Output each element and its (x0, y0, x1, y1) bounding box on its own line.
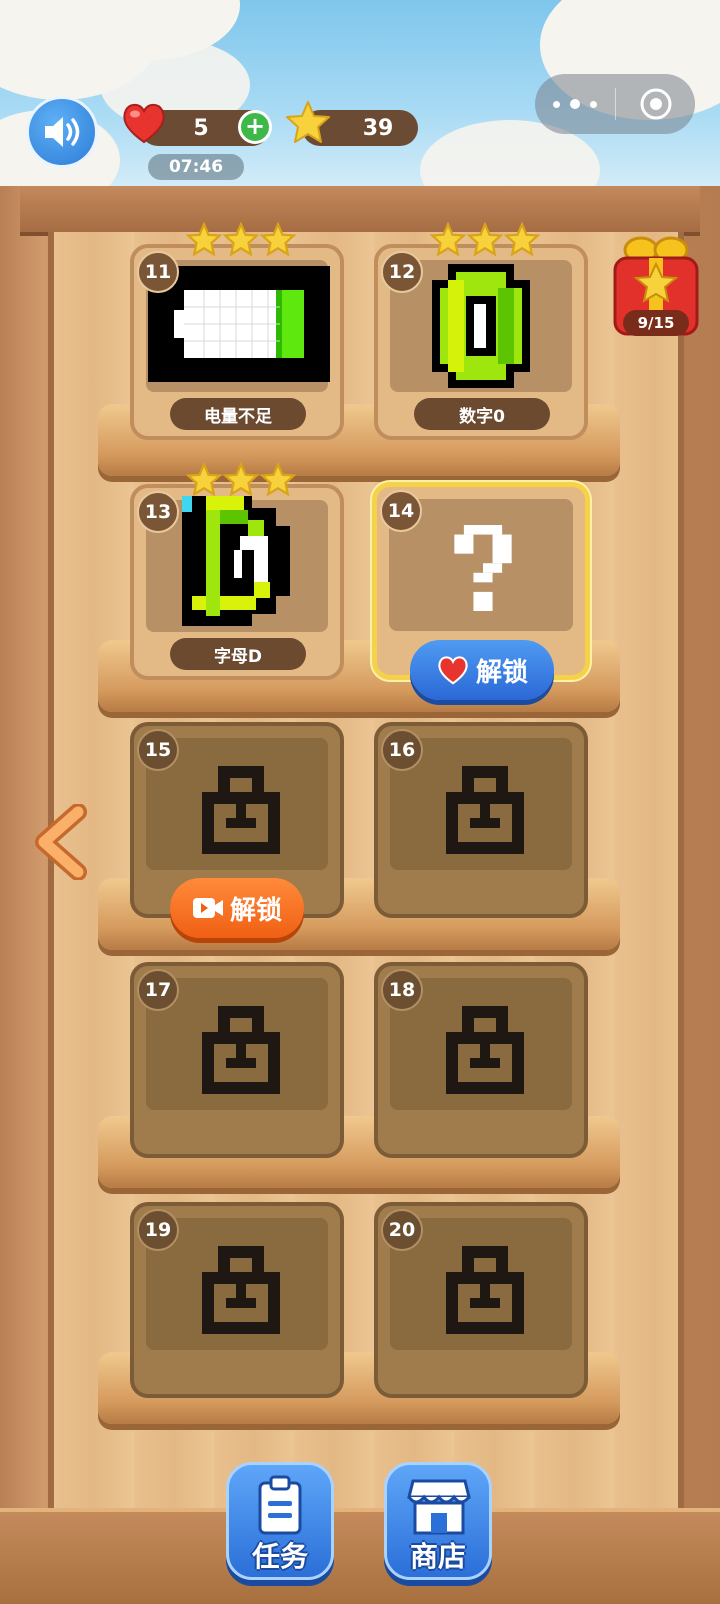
unlock-label: 解锁 (229, 895, 282, 926)
unlock-with-video-button[interactable]: 解锁 (170, 878, 304, 938)
star-icon (186, 462, 222, 497)
capsule-divider (615, 88, 616, 120)
star-icon (223, 222, 259, 257)
lock-icon (446, 1246, 524, 1334)
star-icon (186, 222, 222, 257)
level-number: 12 (381, 251, 423, 293)
shop-button[interactable]: 商店 (384, 1462, 492, 1580)
level-stars (186, 462, 296, 500)
star-icon (504, 222, 540, 257)
star-icon (467, 222, 503, 257)
level-card-20[interactable]: 20 (374, 1202, 588, 1398)
sound-button[interactable] (26, 96, 98, 168)
stars-value: 39 (362, 115, 394, 141)
level-card-19[interactable]: 19 (130, 1202, 344, 1398)
level-number: 13 (137, 491, 179, 533)
back-arrow-icon[interactable] (32, 804, 92, 880)
level-name: 数字0 (414, 398, 550, 430)
close-circle-icon[interactable] (639, 87, 673, 121)
mini-program-capsule (535, 74, 695, 134)
level-number: 14 (380, 490, 422, 532)
lives-timer: 07:46 (148, 154, 244, 180)
star-icon (286, 101, 330, 143)
star-icon (430, 222, 466, 257)
tasks-label: 任务 (251, 1540, 308, 1573)
clipboard-icon (258, 1475, 302, 1535)
level-card-17[interactable]: 17 (130, 962, 344, 1158)
video-icon (192, 898, 223, 918)
level-stars (430, 222, 540, 260)
level-name: 字母D (170, 638, 306, 670)
level-number: 19 (137, 1209, 179, 1251)
unlock-label: 解锁 (475, 657, 528, 688)
more-icon[interactable] (553, 92, 597, 116)
question-icon (454, 525, 512, 611)
level-card-11[interactable]: 11 电量不足 (130, 222, 344, 440)
level-stars (186, 222, 296, 260)
heart-icon (438, 656, 468, 685)
star-icon (260, 462, 296, 497)
lock-icon (202, 766, 280, 854)
level-card-18[interactable]: 18 (374, 962, 588, 1158)
level-number: 20 (381, 1209, 423, 1251)
star-icon (260, 222, 296, 257)
unlock-with-heart-button[interactable]: 解锁 (410, 640, 554, 700)
lock-icon (446, 766, 524, 854)
lock-icon (446, 1006, 524, 1094)
shop-label: 商店 (409, 1540, 466, 1573)
add-lives-label: + (244, 112, 266, 140)
tasks-button[interactable]: 任务 (226, 1462, 334, 1580)
star-gift-box[interactable]: 9/15 (611, 234, 701, 350)
level-card-16[interactable]: 16 (374, 722, 588, 918)
level-number: 11 (137, 251, 179, 293)
lock-icon (202, 1006, 280, 1094)
gift-progress: 9/15 (623, 310, 689, 336)
add-lives-button[interactable]: + (238, 110, 272, 144)
level-number: 16 (381, 729, 423, 771)
level-number: 15 (137, 729, 179, 771)
star-icon (223, 462, 259, 497)
heart-icon (123, 103, 165, 144)
level-name: 电量不足 (170, 398, 306, 430)
lives-value: 5 (193, 115, 209, 141)
letter-d-pixel-art (182, 496, 290, 626)
shop-icon (407, 1479, 471, 1535)
zero-pixel-art (432, 264, 530, 388)
cabinet-top (20, 186, 700, 236)
sound-icon (45, 117, 80, 147)
level-number: 17 (137, 969, 179, 1011)
lock-icon (202, 1246, 280, 1334)
level-card-13[interactable]: 13 字母D (130, 462, 344, 680)
bottom-base (0, 1508, 720, 1604)
level-card-12[interactable]: 12 数字0 (374, 222, 588, 440)
level-number: 18 (381, 969, 423, 1011)
